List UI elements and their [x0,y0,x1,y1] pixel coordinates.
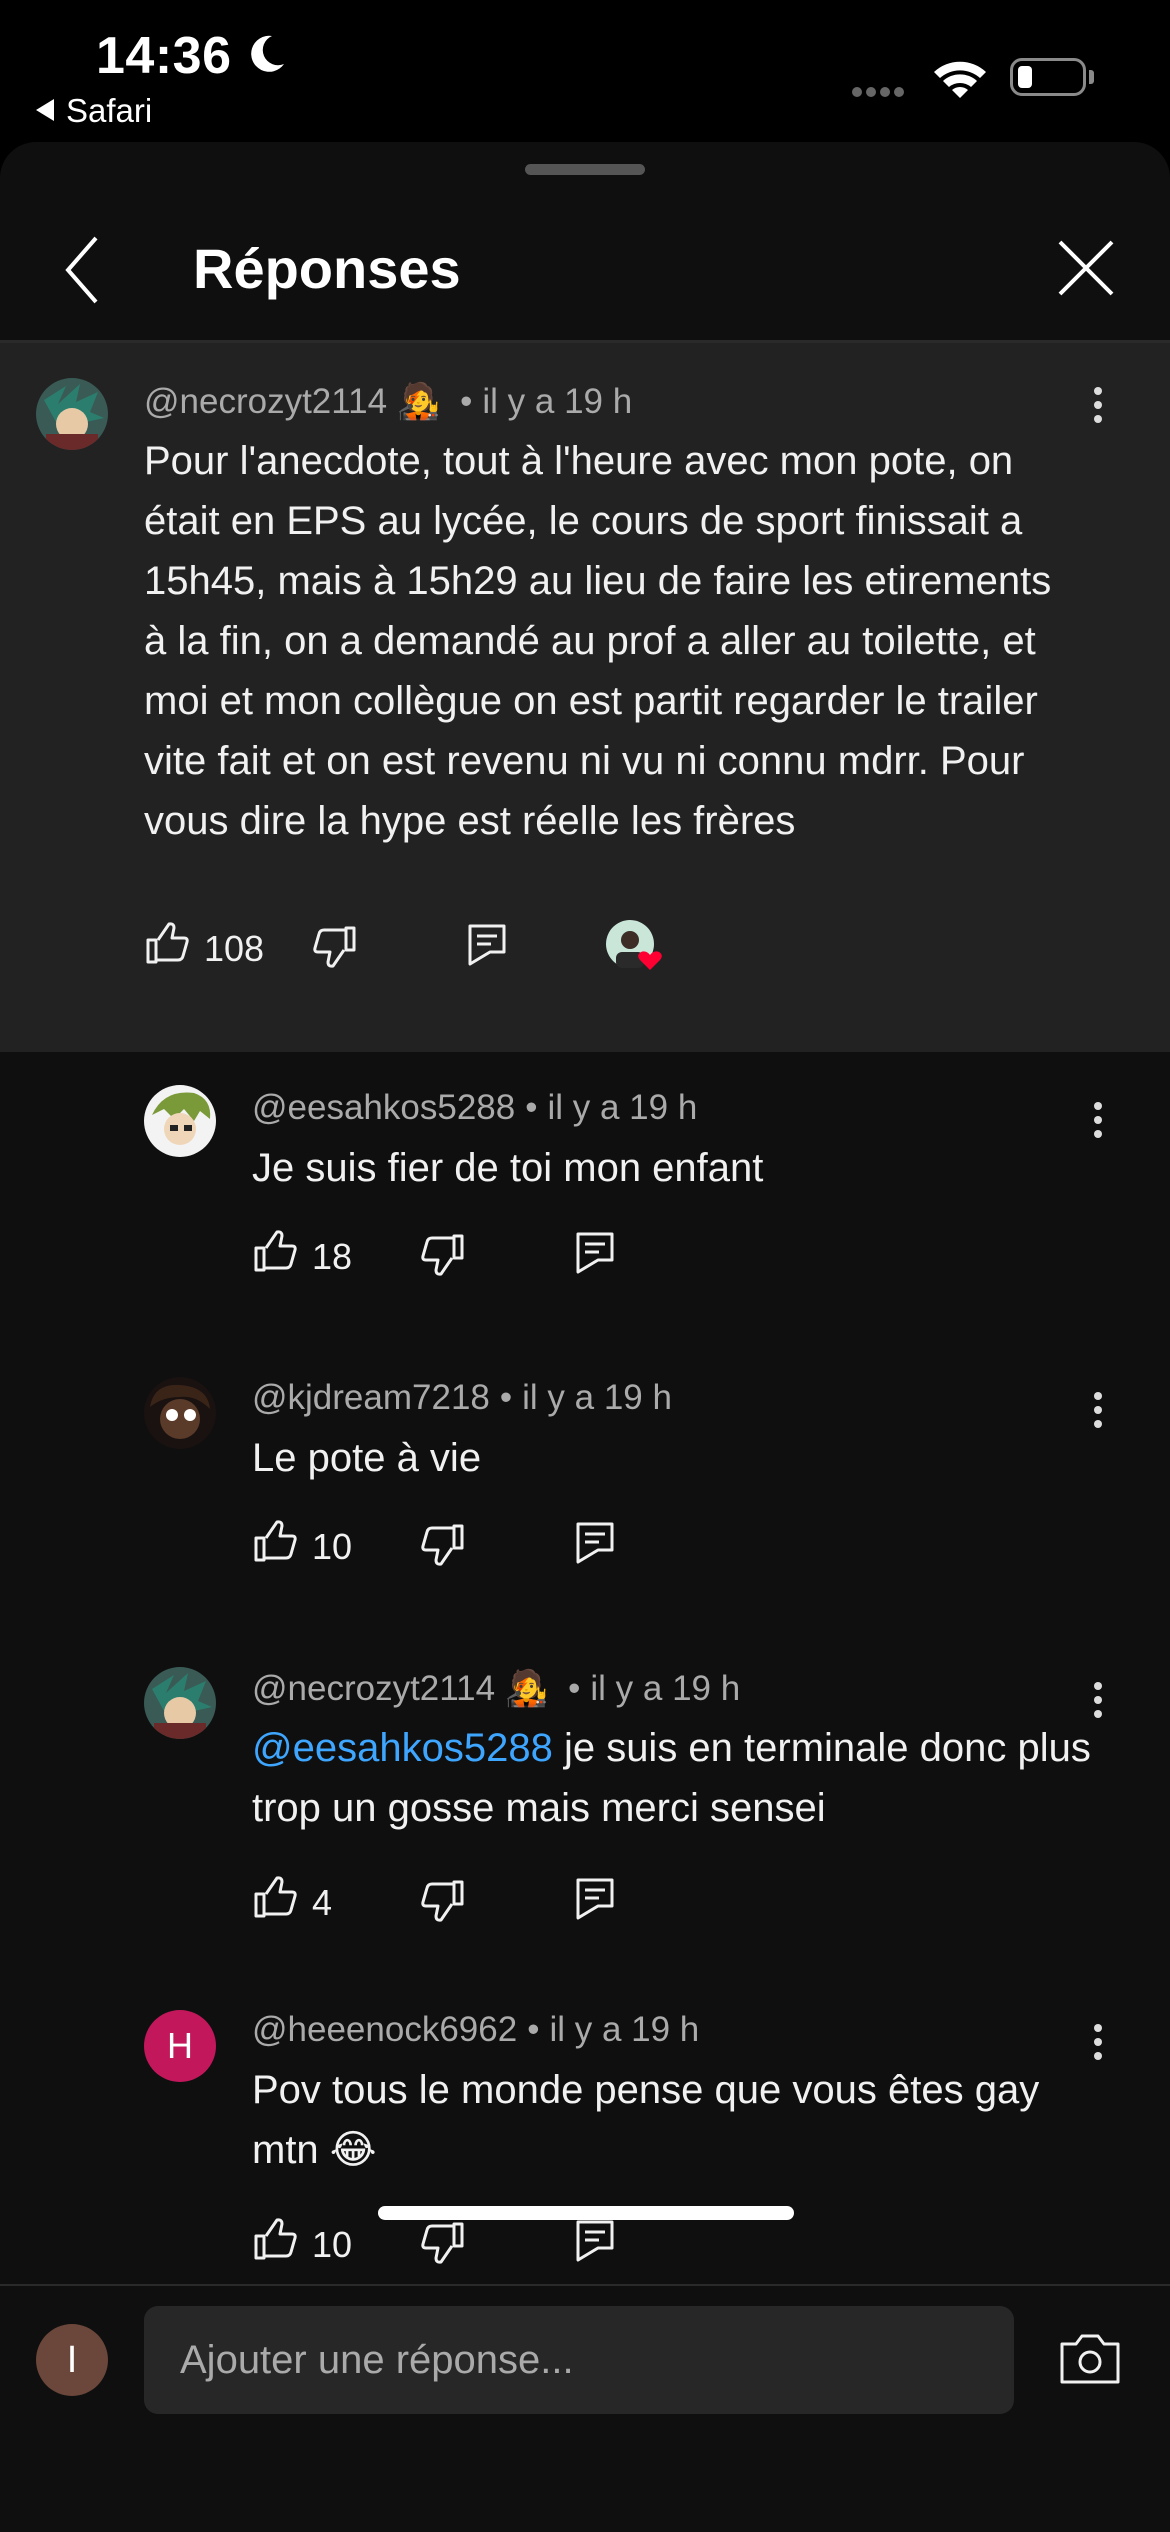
comment-author[interactable]: @eesahkos5288 [252,1088,515,1127]
parent-comment: @necrozyt2114 🧑‍🎤 • il y a 19 h Pour l'an… [0,343,1170,1052]
reply-icon[interactable] [466,922,508,966]
comment-actions: 10 [252,1518,652,1578]
comment-text: @eesahkos5288 je suis en terminale donc … [252,1718,1092,1838]
avatar[interactable] [144,1085,216,1157]
more-options-icon[interactable] [1090,1676,1106,1724]
comment-actions: 4 [252,1874,652,1934]
avatar-image [144,1085,216,1157]
comment-author[interactable]: @necrozyt2114 [144,382,387,421]
comment-author[interactable]: @necrozyt2114 [252,1669,495,1708]
back-triangle-icon [36,99,54,121]
reply-icon[interactable] [574,2218,616,2262]
wifi-icon [934,61,986,98]
like-icon[interactable] [252,1518,298,1564]
comment-text: Pov tous le monde pense que vous êtes ga… [252,2060,1092,2180]
sheet-grabber[interactable] [525,164,645,175]
back-app-label: Safari [66,92,153,129]
like-icon[interactable] [252,2216,298,2262]
battery-icon [1010,58,1086,96]
like-count: 10 [312,2224,353,2265]
like-count: 108 [204,928,265,969]
comment-text-content: Pov tous le monde pense que vous êtes ga… [252,2068,1040,2172]
moon-icon [251,35,284,72]
comment-meta: @heeenock6962 • il y a 19 h [252,2010,699,2050]
meta-separator: • [525,1088,538,1127]
comment-text-content: Je suis fier de toi mon enfant [252,1146,764,1190]
like-count: 4 [312,1882,333,1923]
status-time: 14:36 [96,27,232,85]
comment-text: Pour l'anecdote, tout à l'heure avec mon… [144,439,1052,843]
reply-icon[interactable] [574,1520,616,1564]
reply-item: @eesahkos5288 • il y a 19 h Je suis fier d… [0,1052,1170,1342]
page-title: Réponses [193,237,461,300]
dislike-icon[interactable] [420,1878,466,1924]
like-count: 10 [312,1526,353,1567]
avatar-image [144,1377,216,1449]
like-icon[interactable] [144,920,190,966]
comment-time: il y a 19 h [482,382,633,421]
comment-time: il y a 19 h [547,1088,698,1127]
meta-separator: • [499,1378,513,1417]
comment-meta: @necrozyt2114 🧑‍🎤 • il y a 19 h [252,1668,740,1709]
cellular-signal-icon [852,84,908,102]
more-options-icon[interactable] [1090,2018,1106,2066]
comment-time: il y a 19 h [549,2010,700,2049]
comment-text: Le pote à vie [252,1428,1092,1488]
avatar-letter: H [167,2025,193,2066]
sheet-header: Réponses [0,202,1170,342]
comment-author[interactable]: @heeenock6962 [252,2010,517,2049]
comment-meta: @eesahkos5288 • il y a 19 h [252,1088,697,1128]
comment-actions: 108 [144,920,704,980]
status-bar: 14:36 Safari [0,0,1170,140]
reply-item: @kjdream7218 • il y a 19 h Le pote à vie 1… [0,1342,1170,1632]
home-indicator[interactable] [378,2206,794,2220]
reply-icon[interactable] [574,1230,616,1274]
heart-icon [606,920,662,970]
reply-input[interactable] [144,2306,1014,2414]
more-options-icon[interactable] [1090,1386,1106,1434]
comment-actions: 10 [252,2216,652,2276]
reply-item: @necrozyt2114 🧑‍🎤 • il y a 19 h @eesahkos… [0,1632,1170,1982]
like-icon[interactable] [252,1228,298,1274]
author-badge-emoji: 🧑‍🎤 [396,382,441,421]
dislike-icon[interactable] [312,924,358,970]
reply-icon[interactable] [574,1876,616,1920]
current-user-avatar[interactable]: I [36,2324,108,2396]
more-options-icon[interactable] [1090,381,1106,429]
battery-tip [1089,70,1094,84]
dislike-icon[interactable] [420,1522,466,1568]
like-icon[interactable] [252,1874,298,1920]
comment-meta: @kjdream7218 • il y a 19 h [252,1378,672,1418]
dislike-icon[interactable] [420,2220,466,2266]
avatar[interactable] [36,378,108,450]
mention-link[interactable]: @eesahkos5288 [252,1726,553,1770]
comment-text-content: Le pote à vie [252,1436,482,1480]
avatar[interactable] [144,1377,216,1449]
comment-time: il y a 19 h [522,1378,672,1417]
meta-separator: • [568,1669,581,1708]
avatar-image [36,378,108,450]
meta-separator: • [460,382,473,421]
avatar[interactable] [144,1667,216,1739]
comment-time: il y a 19 h [590,1669,741,1708]
close-icon[interactable] [1050,232,1122,304]
replies-sheet: Réponses @necrozyt2114 🧑‍🎤 • il y a 19 h … [0,142,1170,2532]
more-options-icon[interactable] [1090,1096,1106,1144]
meta-separator: • [527,2010,540,2049]
comment-author[interactable]: @kjdream7218 [252,1378,490,1417]
back-to-app-button[interactable]: Safari [36,92,152,130]
comment-actions: 18 [252,1228,652,1288]
like-count: 18 [312,1236,353,1277]
avatar[interactable]: H [144,2010,216,2082]
reply-compose-bar: I [0,2284,1170,2532]
comment-text: Je suis fier de toi mon enfant [252,1138,1092,1198]
reply-item: H @heeenock6962 • il y a 19 h Pov tous le … [0,1982,1170,2287]
avatar-image [144,1667,216,1739]
dislike-icon[interactable] [420,1232,466,1278]
creator-heart-badge [606,920,662,976]
author-badge-emoji: 🧑‍🎤 [504,1669,549,1708]
camera-icon[interactable] [1058,2328,1122,2388]
comment-meta: @necrozyt2114 🧑‍🎤 • il y a 19 h [144,381,632,422]
back-arrow-icon[interactable] [56,230,116,310]
